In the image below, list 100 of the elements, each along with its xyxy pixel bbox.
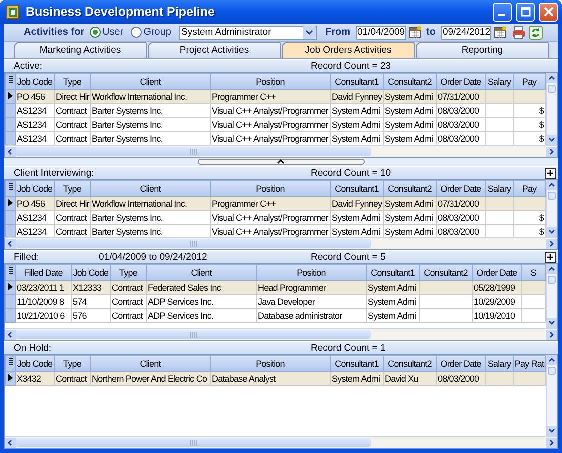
column-chooser-icon[interactable] bbox=[6, 180, 16, 196]
column-header[interactable]: Consultant2 bbox=[384, 356, 436, 372]
column-header[interactable]: Consultant1 bbox=[366, 264, 420, 280]
column-header[interactable]: S bbox=[522, 264, 546, 280]
splitter-handle[interactable] bbox=[198, 159, 364, 165]
scroll-right-icon[interactable] bbox=[546, 330, 557, 340]
scroll-left-icon[interactable] bbox=[5, 146, 16, 156]
expand-icon[interactable] bbox=[545, 252, 556, 263]
column-header[interactable]: Salary bbox=[486, 74, 514, 90]
horizontal-scrollbar[interactable] bbox=[4, 145, 558, 158]
column-header[interactable]: Consultant2 bbox=[384, 180, 436, 196]
column-header[interactable]: Salary bbox=[486, 180, 514, 196]
vertical-scrollbar[interactable] bbox=[546, 180, 557, 237]
tab[interactable]: Marketing Activities bbox=[14, 42, 147, 58]
column-header[interactable]: Pay bbox=[514, 180, 546, 196]
tab[interactable]: Project Activities bbox=[148, 42, 281, 58]
from-date-field[interactable]: 01/04/2009 bbox=[356, 26, 406, 40]
table-row[interactable]: 11/10/2009 8 574 Contract ADP Services Inc. Java Developer System Admi 10/29/2009 bbox=[6, 294, 546, 308]
vertical-scrollbar[interactable] bbox=[546, 264, 557, 328]
column-header[interactable]: Position bbox=[210, 74, 330, 90]
scroll-thumb[interactable] bbox=[548, 367, 556, 375]
grip-icon[interactable] bbox=[190, 240, 198, 246]
column-chooser-icon[interactable] bbox=[6, 264, 16, 280]
grip-icon[interactable] bbox=[190, 148, 198, 154]
column-header[interactable]: Client bbox=[90, 356, 210, 372]
scroll-down-icon[interactable] bbox=[547, 227, 557, 237]
scroll-right-icon[interactable] bbox=[546, 238, 557, 248]
column-header[interactable]: Consultant1 bbox=[330, 74, 384, 90]
scroll-up-icon[interactable] bbox=[547, 355, 557, 365]
table-row[interactable]: AS1234 Contract Barter Systems Inc. Visual C++ Analyst/Programmer System Admi System Admi 08/03/2000 $ bbox=[6, 104, 546, 118]
column-header[interactable]: Client bbox=[90, 74, 210, 90]
scroll-up-icon[interactable] bbox=[547, 180, 557, 190]
column-header[interactable]: Order Date bbox=[472, 264, 522, 280]
column-header[interactable]: Consultant1 bbox=[330, 180, 384, 196]
table-row[interactable]: AS1234 Contract Barter Systems Inc. Visual C++ Analyst/Programmer System Admi System Admi 08/03/2000 $ bbox=[6, 118, 546, 132]
grip-icon[interactable] bbox=[190, 440, 198, 446]
refresh-icon[interactable] bbox=[528, 26, 543, 40]
column-header[interactable]: Order Date bbox=[436, 180, 486, 196]
vertical-scrollbar[interactable] bbox=[546, 73, 557, 145]
expand-icon[interactable] bbox=[545, 168, 556, 179]
column-header[interactable]: Type bbox=[54, 74, 90, 90]
scroll-right-icon[interactable] bbox=[546, 438, 557, 448]
column-header[interactable]: Type bbox=[54, 180, 90, 196]
column-header[interactable]: Job Code bbox=[72, 264, 110, 280]
minimize-button[interactable] bbox=[493, 2, 512, 22]
to-date-field[interactable]: 09/24/2012 bbox=[440, 26, 491, 40]
table-row[interactable]: AS1234 Contract Barter Systems Inc. Visual C++ Analyst/Programmer System Admi System Admi 08/03/2000 $ bbox=[6, 210, 546, 224]
column-chooser-icon[interactable] bbox=[6, 356, 16, 372]
scroll-thumb[interactable] bbox=[548, 85, 556, 93]
table-row[interactable]: X3432 Contract Northern Power And Electric Co Database Analyst System Admi David Xu 08/03/2000 bbox=[6, 372, 546, 386]
column-header[interactable]: Pay bbox=[514, 74, 546, 90]
column-header[interactable]: Filled Date bbox=[16, 264, 72, 280]
scroll-right-icon[interactable] bbox=[546, 146, 557, 156]
column-header[interactable]: Position bbox=[256, 264, 366, 280]
scroll-left-icon[interactable] bbox=[5, 438, 16, 448]
table-row[interactable]: 03/23/2011 1 X12333 Contract Federated Sales Inc Head Programmer System Admi 05/28/1999 bbox=[6, 280, 546, 294]
column-header[interactable]: Client bbox=[90, 180, 210, 196]
scroll-left-icon[interactable] bbox=[5, 330, 16, 340]
column-header[interactable]: Client bbox=[146, 264, 256, 280]
column-chooser-icon[interactable] bbox=[6, 74, 16, 90]
column-header[interactable]: Pay Rat bbox=[514, 356, 546, 372]
radio-option[interactable]: User bbox=[90, 27, 124, 38]
column-header[interactable]: Job Code bbox=[16, 356, 54, 372]
column-header[interactable]: Salary bbox=[486, 356, 514, 372]
scroll-down-icon[interactable] bbox=[547, 318, 557, 328]
column-header[interactable]: Consultant2 bbox=[384, 74, 436, 90]
column-header[interactable]: Type bbox=[110, 264, 146, 280]
maximize-button[interactable] bbox=[516, 2, 535, 22]
tab[interactable]: Reporting bbox=[416, 42, 549, 58]
scroll-down-icon[interactable] bbox=[547, 135, 557, 145]
scroll-up-icon[interactable] bbox=[547, 264, 557, 274]
column-header[interactable]: Consultant2 bbox=[420, 264, 472, 280]
table-row[interactable]: PO 456 Direct Hir Workflow International Inc. Programmer C++ David Fynney System Admi 07/31/2000 bbox=[6, 196, 546, 210]
column-header[interactable]: Type bbox=[54, 356, 90, 372]
horizontal-scrollbar[interactable] bbox=[4, 237, 558, 250]
horizontal-scrollbar[interactable] bbox=[4, 328, 558, 341]
column-header[interactable]: Position bbox=[210, 180, 330, 196]
close-button[interactable] bbox=[539, 2, 558, 22]
consultant-dropdown[interactable]: System Administrator bbox=[178, 26, 316, 40]
column-header[interactable]: Order Date bbox=[436, 356, 486, 372]
column-header[interactable]: Position bbox=[210, 356, 330, 372]
horizontal-scrollbar[interactable] bbox=[4, 436, 558, 449]
scroll-thumb[interactable] bbox=[548, 276, 556, 284]
column-header[interactable]: Order Date bbox=[436, 74, 486, 90]
scroll-left-icon[interactable] bbox=[5, 238, 16, 248]
grip-icon[interactable] bbox=[190, 332, 198, 338]
calendar-icon[interactable] bbox=[408, 26, 422, 39]
table-row[interactable]: PO 456 Direct Hir Workflow International Inc. Programmer C++ David Fynney System Admi 07/31/2000 bbox=[6, 90, 546, 104]
printer-icon[interactable] bbox=[512, 26, 526, 40]
calendar-icon[interactable] bbox=[494, 26, 507, 39]
column-header[interactable]: Consultant1 bbox=[330, 356, 384, 372]
radio-option[interactable]: Group bbox=[130, 27, 172, 38]
column-header[interactable]: Job Code bbox=[16, 74, 54, 90]
column-header[interactable]: Job Code bbox=[16, 180, 54, 196]
table-row[interactable]: 10/21/2010 6 576 Contract ADP Services Inc. Database administrator System Admi 10/19/2010 bbox=[6, 308, 546, 322]
scroll-down-icon[interactable] bbox=[547, 426, 557, 436]
scroll-up-icon[interactable] bbox=[547, 73, 557, 83]
scroll-thumb[interactable] bbox=[548, 192, 556, 200]
tab[interactable]: Job Orders Activities bbox=[282, 42, 415, 58]
vertical-scrollbar[interactable] bbox=[546, 355, 557, 436]
